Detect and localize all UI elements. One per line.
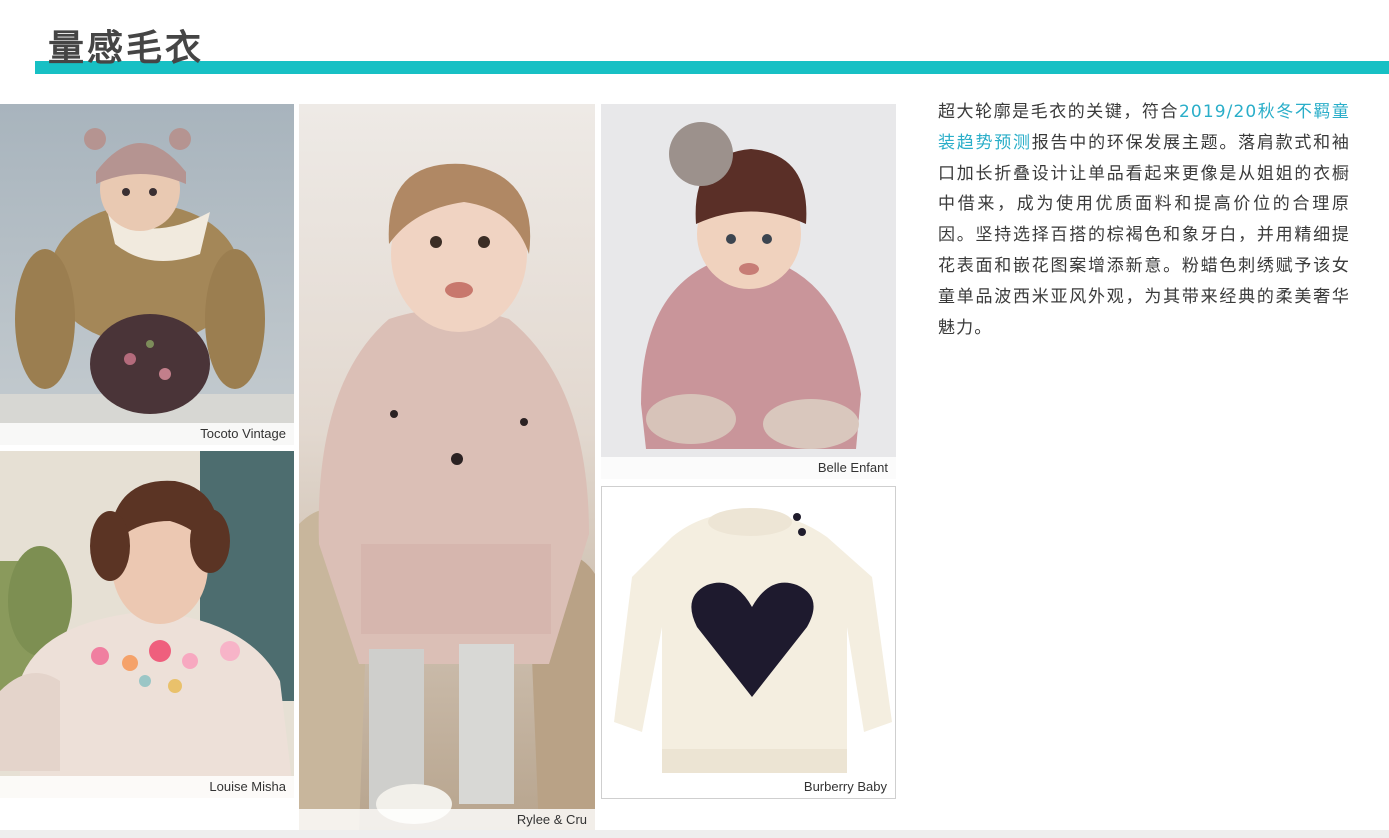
photo-caption: Rylee & Cru xyxy=(299,809,595,831)
photo-caption: Louise Misha xyxy=(0,776,294,798)
toddler-floral-sweater-image xyxy=(0,451,294,798)
body-text-intro: 超大轮廓是毛衣的关键，符合 xyxy=(938,102,1179,122)
photo-rylee-cru: Rylee & Cru xyxy=(299,104,595,831)
photo-caption: Burberry Baby xyxy=(602,776,895,798)
photo-tocoto-vintage: Tocoto Vintage xyxy=(0,104,294,445)
photo-belle-enfant: Belle Enfant xyxy=(601,104,896,479)
photo-burberry-baby: Burberry Baby xyxy=(601,486,896,799)
toddler-pink-chenille-dress-image xyxy=(299,104,595,831)
page-title: 量感毛衣 xyxy=(48,28,205,69)
body-text-main: 报告中的环保发展主题。落肩款式和袖口加长折叠设计让单品看起来更像是从姐姐的衣橱中… xyxy=(938,132,1351,338)
body-paragraph: 超大轮廓是毛衣的关键，符合2019/20秋冬不羁童装趋势预测报告中的环保发展主题… xyxy=(938,97,1350,343)
photo-caption: Belle Enfant xyxy=(601,457,896,479)
heart-sweater-image xyxy=(602,487,895,798)
title-underline-bar xyxy=(35,61,1389,74)
baby-brown-sweater-image xyxy=(0,104,294,445)
footer-divider xyxy=(0,830,1389,838)
photo-louise-misha: Louise Misha xyxy=(0,451,294,798)
baby-pink-sweater-image xyxy=(601,104,896,479)
photo-caption: Tocoto Vintage xyxy=(0,423,294,445)
